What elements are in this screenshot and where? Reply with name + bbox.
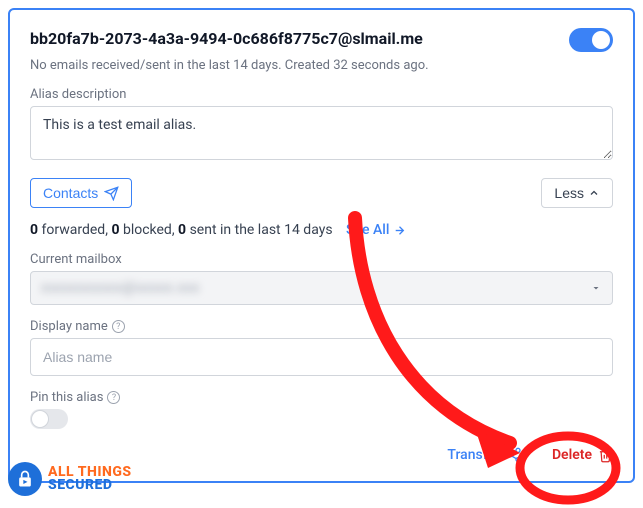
arrow-right-icon	[393, 224, 406, 237]
header-row: bb20fa7b-2073-4a3a-9494-0c686f8775c7@slm…	[30, 28, 613, 52]
sent-count: 0	[178, 222, 186, 238]
see-all-link[interactable]: See All	[346, 222, 406, 238]
forwarded-count: 0	[30, 222, 38, 238]
transfer-link[interactable]: Transfer	[447, 447, 522, 463]
display-name-label: Display name ?	[30, 319, 613, 334]
alias-email: bb20fa7b-2073-4a3a-9494-0c686f8775c7@slm…	[30, 28, 423, 50]
footer-actions: Transfer Delete	[30, 447, 613, 463]
mailbox-label: Current mailbox	[30, 252, 613, 267]
stats-row: 0 forwarded, 0 blocked, 0 sent in the la…	[30, 222, 613, 238]
pin-toggle[interactable]	[30, 409, 68, 429]
watermark-logo: ALL THINGS SECURED	[8, 462, 132, 496]
caret-down-icon	[590, 282, 602, 294]
share-icon	[506, 447, 522, 463]
lock-play-icon	[15, 469, 35, 489]
pin-label: Pin this alias ?	[30, 390, 613, 405]
delete-link[interactable]: Delete	[552, 447, 613, 463]
alias-card: bb20fa7b-2073-4a3a-9494-0c686f8775c7@slm…	[8, 8, 635, 483]
send-icon	[104, 186, 119, 201]
description-label: Alias description	[30, 87, 613, 102]
help-icon[interactable]: ?	[107, 391, 120, 404]
watermark-line2: SECURED	[48, 479, 132, 492]
display-name-input[interactable]	[30, 338, 613, 376]
mid-button-row: Contacts Less	[30, 178, 613, 208]
description-input[interactable]	[30, 106, 613, 160]
contacts-label: Contacts	[43, 185, 98, 201]
alias-enable-toggle[interactable]	[569, 28, 613, 52]
mailbox-select[interactable]: xxxxxxxxxxx@xxxxx.xxx	[30, 271, 613, 305]
less-label: Less	[554, 185, 584, 201]
trash-icon	[598, 448, 613, 463]
mailbox-value: xxxxxxxxxxx@xxxxx.xxx	[41, 280, 200, 296]
help-icon[interactable]: ?	[112, 320, 125, 333]
chevron-up-icon	[588, 187, 600, 199]
contacts-button[interactable]: Contacts	[30, 178, 132, 208]
logo-badge-icon	[8, 462, 42, 496]
less-button[interactable]: Less	[541, 178, 613, 208]
alias-status-text: No emails received/sent in the last 14 d…	[30, 58, 613, 73]
